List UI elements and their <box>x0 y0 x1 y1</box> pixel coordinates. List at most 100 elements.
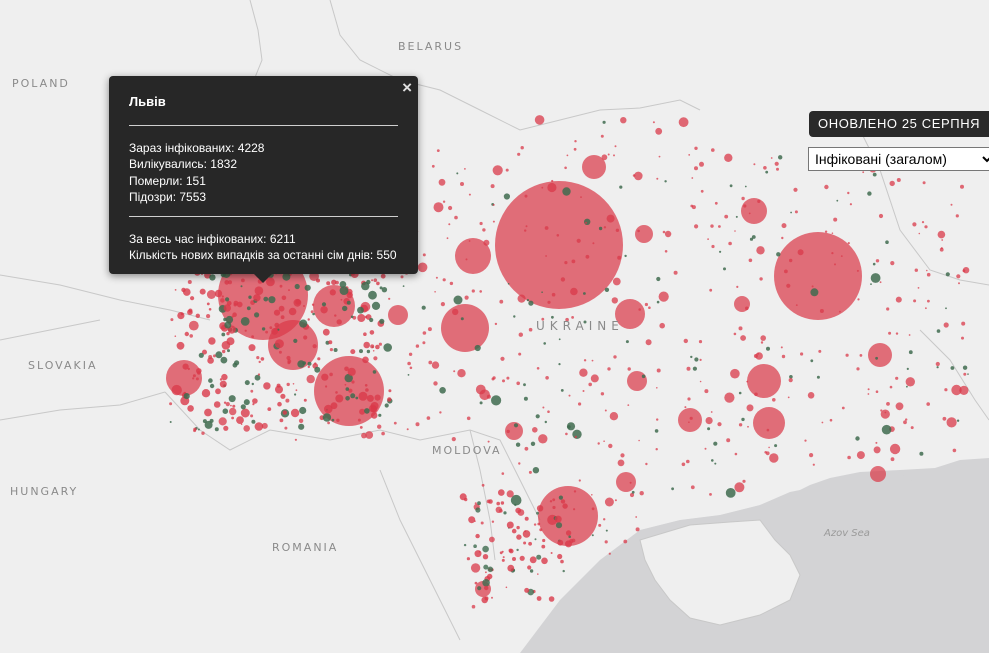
case-marker[interactable] <box>781 223 787 229</box>
case-marker[interactable] <box>889 180 895 187</box>
case-marker[interactable] <box>369 330 375 335</box>
case-marker[interactable] <box>449 281 454 286</box>
case-marker[interactable] <box>946 417 957 428</box>
case-marker[interactable] <box>321 373 329 381</box>
case-marker[interactable] <box>372 370 377 374</box>
case-marker[interactable] <box>895 376 899 380</box>
case-marker[interactable] <box>477 586 482 591</box>
case-marker[interactable] <box>604 540 608 544</box>
case-marker[interactable] <box>950 203 953 206</box>
case-marker[interactable] <box>452 308 459 316</box>
case-marker[interactable] <box>209 274 216 281</box>
case-marker[interactable] <box>336 418 340 422</box>
case-marker[interactable] <box>870 466 886 482</box>
case-marker[interactable] <box>482 545 489 553</box>
case-marker[interactable] <box>786 283 791 288</box>
case-marker[interactable] <box>190 296 195 301</box>
case-marker[interactable] <box>552 505 556 510</box>
case-marker[interactable] <box>380 273 386 279</box>
case-marker[interactable] <box>645 462 648 466</box>
case-marker[interactable] <box>821 421 824 424</box>
case-marker[interactable] <box>793 187 798 192</box>
case-marker[interactable] <box>804 439 807 442</box>
case-marker[interactable] <box>550 552 553 554</box>
case-marker[interactable] <box>926 402 930 406</box>
case-marker[interactable] <box>847 191 850 195</box>
case-marker[interactable] <box>738 391 742 395</box>
case-marker[interactable] <box>517 152 521 156</box>
case-marker[interactable] <box>741 417 745 422</box>
case-marker[interactable] <box>524 516 529 521</box>
case-marker[interactable] <box>748 258 753 263</box>
case-marker[interactable] <box>810 288 819 297</box>
case-marker[interactable] <box>921 221 925 224</box>
case-marker[interactable] <box>491 520 495 523</box>
case-marker[interactable] <box>251 382 254 386</box>
case-marker[interactable] <box>279 418 284 423</box>
case-marker[interactable] <box>303 335 308 340</box>
case-marker[interactable] <box>800 352 804 356</box>
case-marker[interactable] <box>690 204 694 208</box>
case-marker[interactable] <box>664 250 668 253</box>
case-marker[interactable] <box>541 186 544 189</box>
case-marker[interactable] <box>797 249 804 256</box>
case-marker[interactable] <box>334 314 337 317</box>
case-marker[interactable] <box>523 383 526 387</box>
case-marker[interactable] <box>936 366 939 369</box>
case-marker[interactable] <box>604 497 614 507</box>
case-marker[interactable] <box>293 338 298 343</box>
case-marker[interactable] <box>522 530 531 538</box>
case-marker[interactable] <box>350 349 356 355</box>
case-marker[interactable] <box>482 554 489 560</box>
case-marker[interactable] <box>756 246 765 255</box>
case-marker[interactable] <box>516 548 519 552</box>
case-marker[interactable] <box>524 587 530 593</box>
case-marker[interactable] <box>192 374 196 378</box>
case-marker[interactable] <box>284 426 288 430</box>
case-marker[interactable] <box>229 407 237 416</box>
case-marker[interactable] <box>743 204 747 208</box>
case-marker[interactable] <box>483 239 490 246</box>
case-marker[interactable] <box>635 527 640 532</box>
case-marker[interactable] <box>760 335 766 341</box>
case-marker[interactable] <box>171 384 182 396</box>
case-marker[interactable] <box>471 604 476 609</box>
case-marker[interactable] <box>326 281 331 286</box>
case-marker[interactable] <box>888 331 892 335</box>
case-marker[interactable] <box>498 489 505 496</box>
case-marker[interactable] <box>912 222 917 227</box>
case-marker[interactable] <box>895 332 899 335</box>
case-marker[interactable] <box>370 406 378 413</box>
case-marker[interactable] <box>545 255 547 257</box>
case-marker[interactable] <box>290 408 300 418</box>
case-marker[interactable] <box>565 432 568 436</box>
case-marker[interactable] <box>263 382 271 390</box>
case-marker[interactable] <box>223 304 231 312</box>
case-marker[interactable] <box>377 424 382 429</box>
case-marker[interactable] <box>174 289 177 291</box>
case-marker[interactable] <box>517 294 526 303</box>
case-marker[interactable] <box>468 193 471 196</box>
case-marker[interactable] <box>741 196 745 201</box>
case-marker[interactable] <box>226 331 230 336</box>
case-marker[interactable] <box>570 287 578 296</box>
case-marker[interactable] <box>564 166 567 170</box>
case-marker[interactable] <box>558 363 561 366</box>
case-marker[interactable] <box>224 321 232 329</box>
case-marker[interactable] <box>321 302 327 307</box>
case-marker[interactable] <box>268 296 276 304</box>
case-marker[interactable] <box>719 250 722 253</box>
case-marker[interactable] <box>591 494 593 496</box>
case-marker[interactable] <box>276 383 281 388</box>
case-marker[interactable] <box>294 438 297 441</box>
case-marker[interactable] <box>219 380 227 388</box>
case-marker[interactable] <box>656 387 658 389</box>
case-marker[interactable] <box>812 463 815 466</box>
case-marker[interactable] <box>862 171 865 174</box>
case-marker[interactable] <box>314 366 321 373</box>
case-marker[interactable] <box>608 443 613 449</box>
case-marker[interactable] <box>700 189 704 193</box>
case-marker[interactable] <box>576 238 581 243</box>
case-marker[interactable] <box>214 427 219 432</box>
case-marker[interactable] <box>781 236 784 240</box>
